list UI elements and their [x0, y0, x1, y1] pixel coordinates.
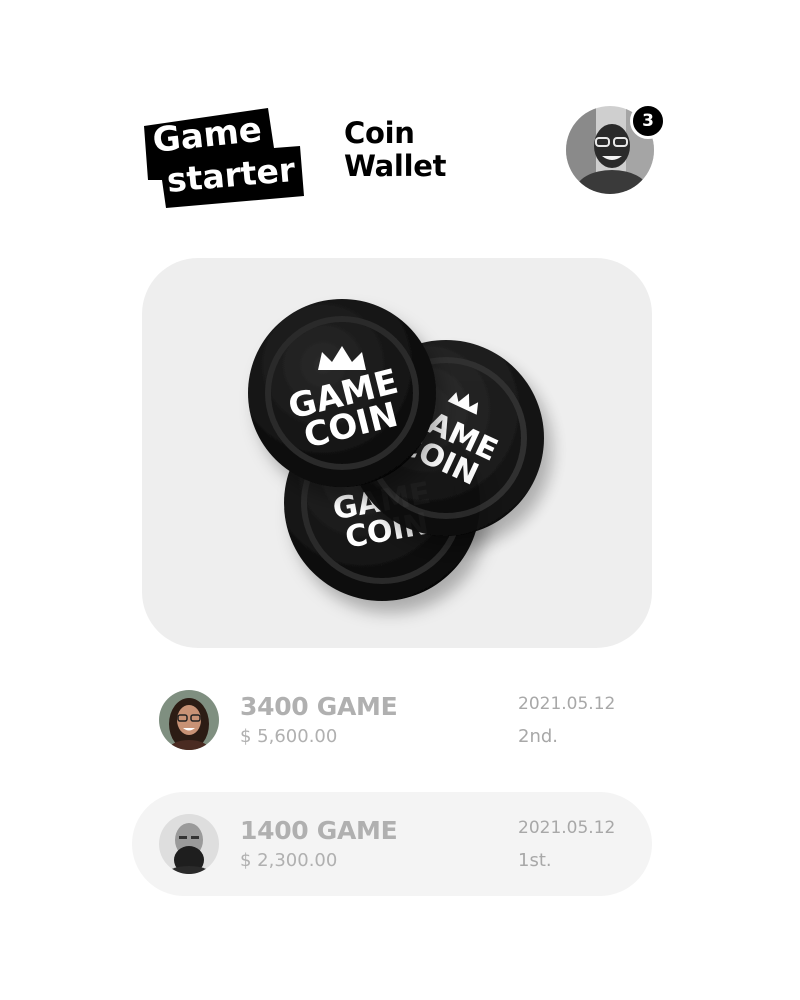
transaction-avatar	[159, 690, 219, 750]
game-coin-top: GAME COIN	[248, 299, 436, 487]
user-avatar-icon	[159, 690, 219, 750]
transaction-amount: 3400 GAME	[240, 692, 398, 721]
transaction-rank: 1st.	[518, 850, 552, 871]
coin-card: GAME COIN GAME COIN GAME	[142, 258, 652, 648]
transaction-usd: $ 2,300.00	[240, 850, 338, 871]
transaction-rank: 2nd.	[518, 726, 559, 747]
transaction-date: 2021.05.12	[518, 694, 616, 714]
transaction-usd: $ 5,600.00	[240, 726, 338, 747]
transaction-amount: 1400 GAME	[240, 816, 398, 845]
coin-wallet-screen: Game starter Coin Wallet 3 COIN GAME COI…	[0, 0, 800, 1000]
page-title-line1: Coin	[344, 116, 415, 150]
transaction-avatar	[159, 814, 219, 874]
transaction-date: 2021.05.12	[518, 818, 616, 838]
transaction-row[interactable]: 1400 GAME $ 2,300.00 2021.05.12 1st.	[132, 792, 652, 896]
gamestarter-logo[interactable]: Game starter	[140, 104, 308, 212]
transaction-row[interactable]: 3400 GAME $ 5,600.00 2021.05.12 2nd.	[132, 668, 652, 772]
page-title: Coin Wallet	[344, 117, 446, 183]
user-avatar-icon	[159, 814, 219, 874]
page-title-line2: Wallet	[344, 149, 447, 183]
notification-badge[interactable]: 3	[630, 103, 666, 139]
